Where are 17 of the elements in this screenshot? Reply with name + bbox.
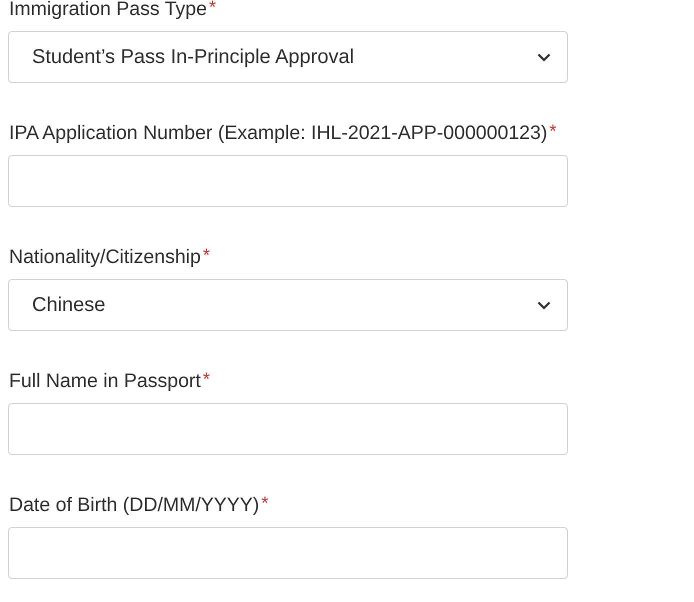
input-field[interactable] [8,527,568,579]
dropdown-field[interactable]: Student’s Pass In-Principle Approval [8,31,568,83]
required-asterisk: * [549,121,556,141]
chevron-down-icon [537,52,551,62]
field-label: IPA Application Number (Example: IHL-2021-APP-000000123) [9,121,548,145]
chevron-down-icon [537,300,551,310]
field-label: Date of Birth (DD/MM/YYYY) [9,493,260,517]
input-field[interactable] [8,403,568,455]
dropdown-field[interactable]: Chinese [8,279,568,331]
required-asterisk: * [202,245,210,265]
field-label: Nationality/Citizenship [9,245,201,269]
required-asterisk: * [208,0,216,17]
field-label: Full Name in Passport [9,369,201,393]
required-asterisk: * [202,369,210,389]
input-field[interactable] [8,155,568,207]
field-label: Immigration Pass Type [9,0,207,21]
required-asterisk: * [261,493,268,513]
